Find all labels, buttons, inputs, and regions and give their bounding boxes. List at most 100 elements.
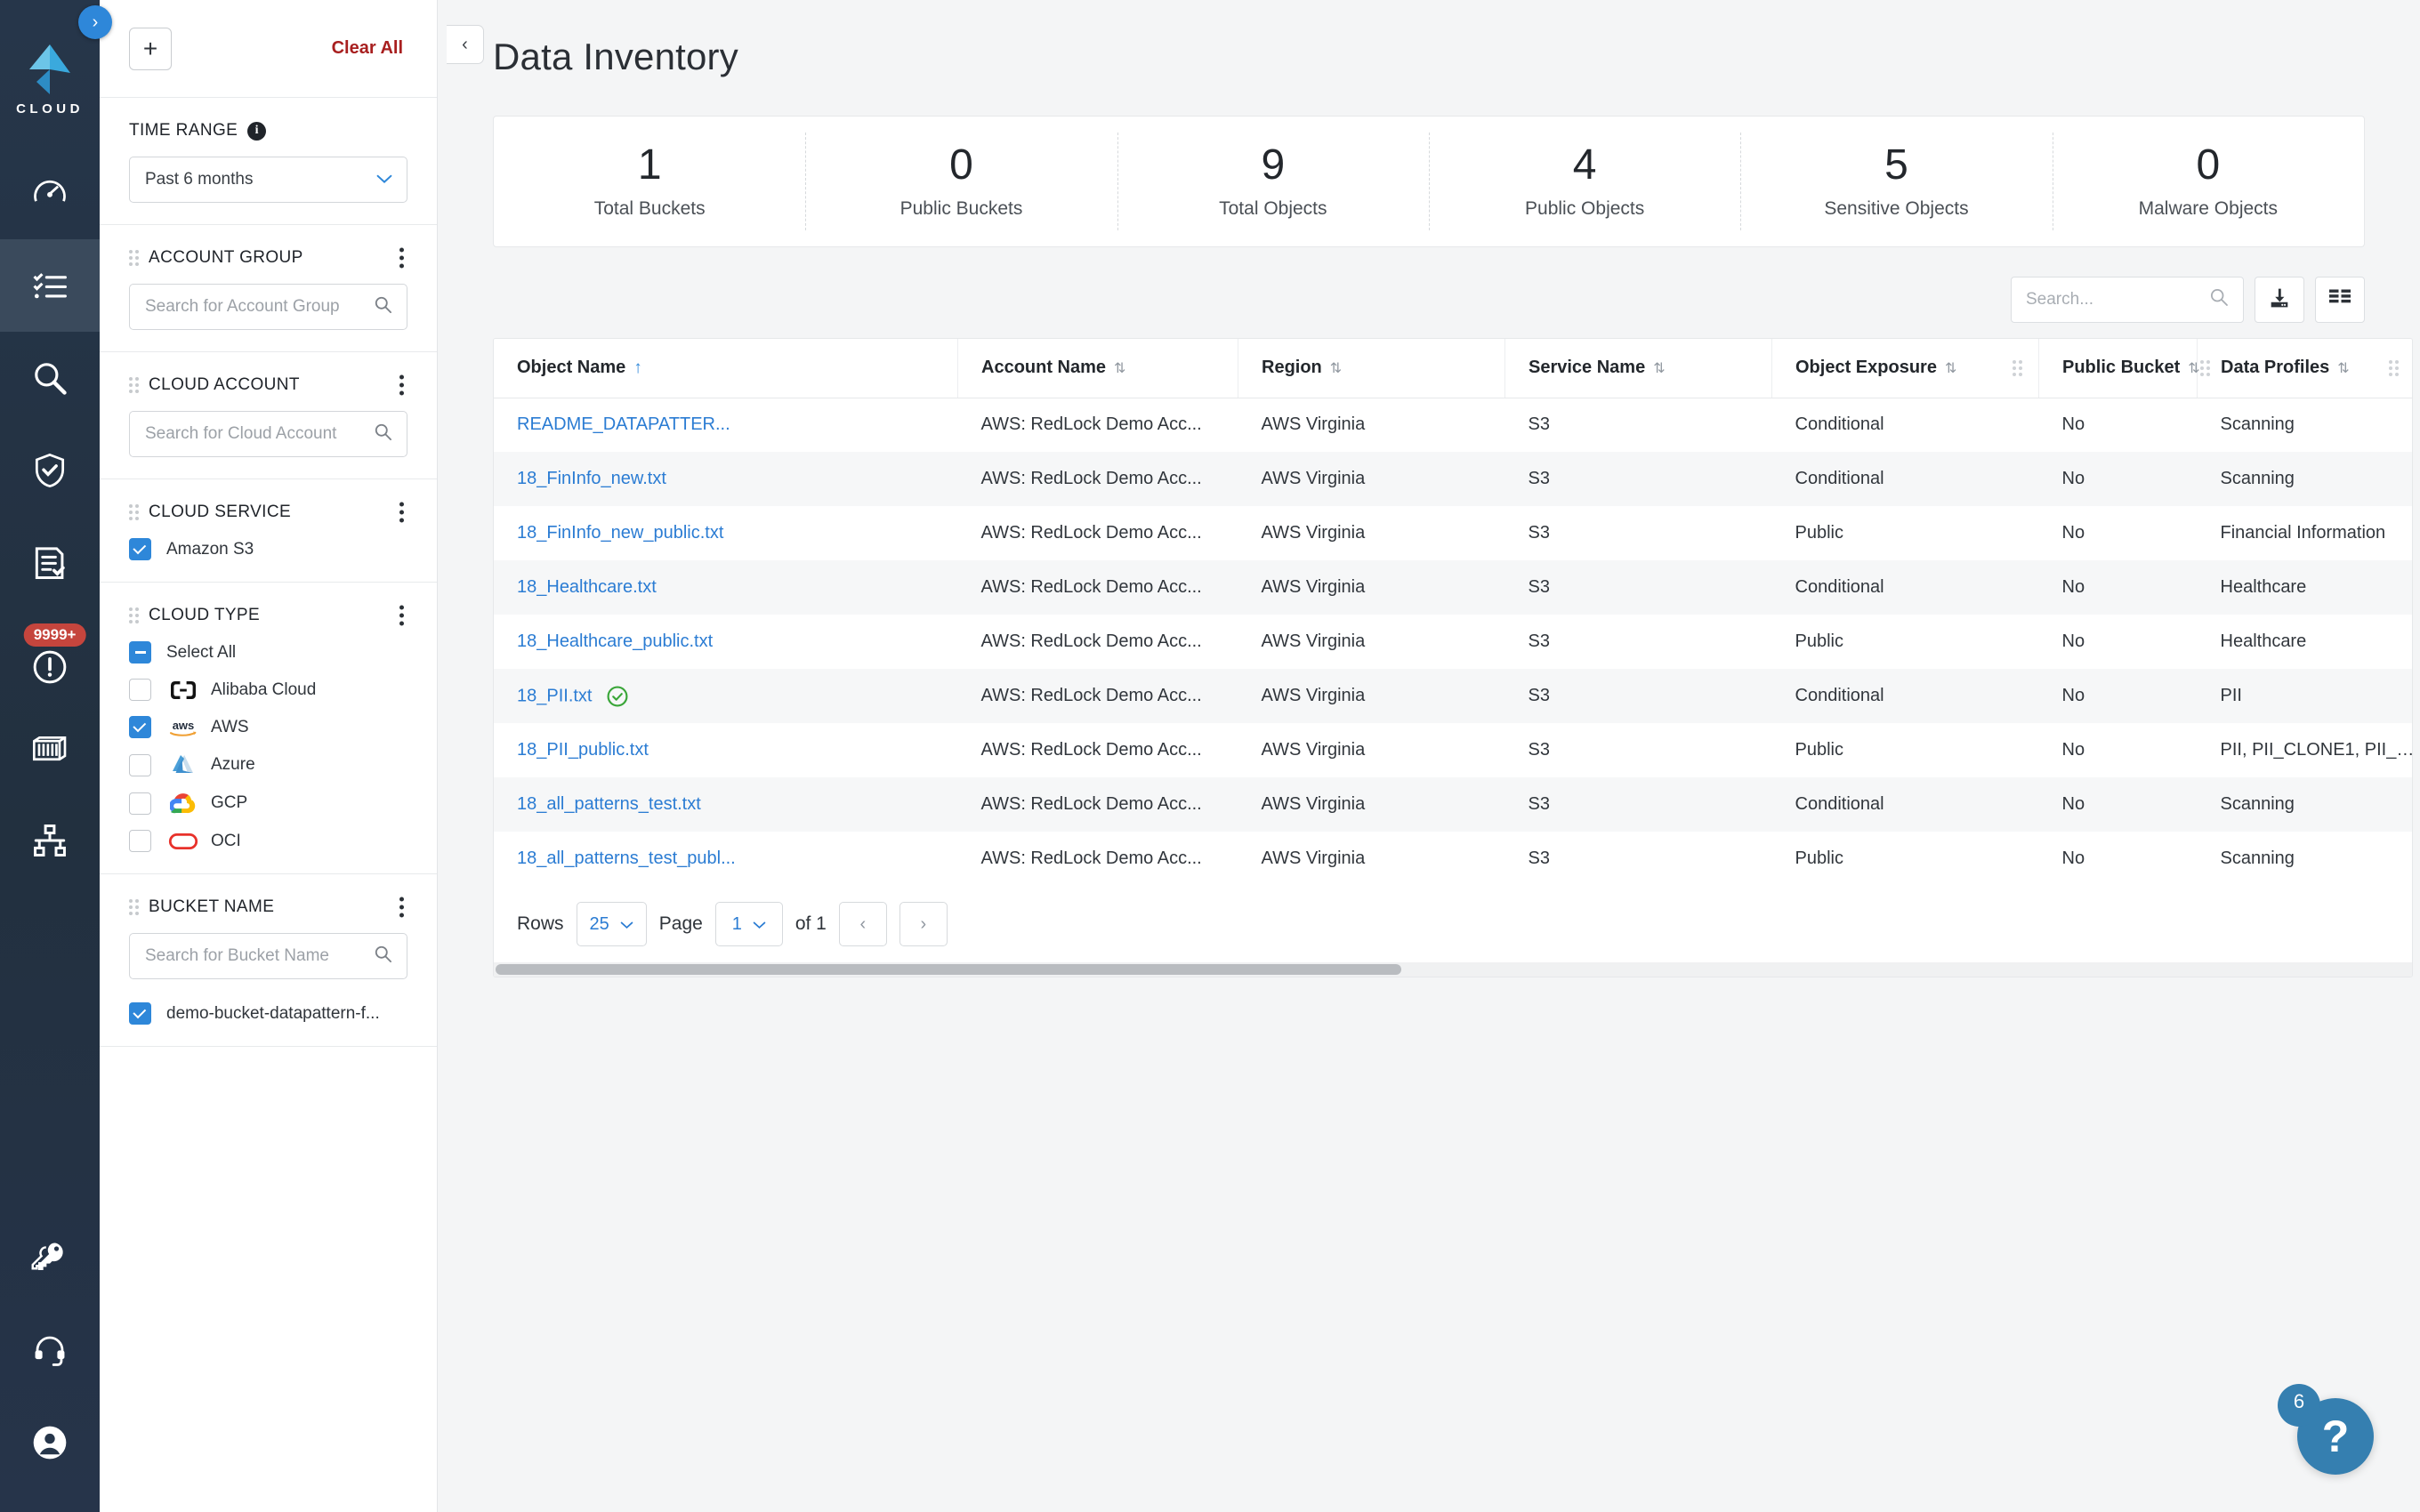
cell-object-name[interactable]: 18_FinInfo_new.txt (494, 452, 958, 506)
table-row[interactable]: 18_FinInfo_new_public.txt AWS: RedLock D… (494, 506, 2412, 560)
cell-object-name[interactable]: 18_Healthcare.txt (494, 560, 958, 615)
cell-object-name[interactable]: 18_all_patterns_test.txt (494, 777, 958, 832)
cell-object-name[interactable]: README_DATAPATTER... (494, 398, 958, 452)
rail-item-alerts[interactable]: 9999+ (0, 609, 100, 702)
column-header-data-profiles[interactable]: Data Profiles ⇅ (2197, 339, 2412, 398)
rows-per-page-select[interactable]: 25 (576, 902, 647, 946)
drag-handle-icon[interactable] (129, 899, 139, 915)
drag-handle-icon[interactable] (129, 607, 139, 623)
cloud-account-search-input[interactable]: Search for Cloud Account (129, 411, 407, 457)
table-row[interactable]: README_DATAPATTER... AWS: RedLock Demo A… (494, 398, 2412, 452)
object-name-link[interactable]: 18_Healthcare.txt (517, 577, 657, 597)
rail-item-support[interactable] (0, 1304, 100, 1396)
column-header-object-exposure[interactable]: Object Exposure ⇅ (1771, 339, 2039, 398)
sitemap-icon (31, 822, 69, 859)
rail-item-profile[interactable] (0, 1396, 100, 1489)
cell-object-name[interactable]: 18_Healthcare_public.txt (494, 615, 958, 669)
download-button[interactable] (2255, 277, 2304, 323)
checkbox[interactable] (129, 1002, 151, 1025)
cell-service-name: S3 (1528, 686, 1550, 705)
add-filter-button[interactable]: + (129, 27, 172, 70)
document-check-icon (30, 543, 69, 583)
checkbox[interactable] (129, 679, 151, 701)
cell-service-name: S3 (1528, 794, 1550, 814)
cell-object-name[interactable]: 18_all_patterns_test_publ... (494, 832, 958, 886)
rail-item-dashboard[interactable] (0, 147, 100, 239)
time-range-select[interactable]: Past 6 months (129, 157, 407, 203)
cloud-type-option-aws[interactable]: aws AWS (129, 716, 407, 738)
page-number-select[interactable]: 1 (714, 902, 783, 946)
object-name-link[interactable]: 18_Healthcare_public.txt (517, 631, 713, 651)
cloud-service-option-amazon-s3[interactable]: Amazon S3 (129, 538, 407, 560)
cell-object-name[interactable]: 18_PII_public.txt (494, 723, 958, 777)
cloud-type-select-all[interactable]: Select All (129, 641, 407, 664)
previous-page-button[interactable]: ‹ (838, 902, 887, 946)
object-name-link[interactable]: 18_PII.txt (517, 686, 593, 705)
bucket-name-search-input[interactable]: Search for Bucket Name (129, 933, 407, 979)
table-row[interactable]: 18_Healthcare_public.txt AWS: RedLock De… (494, 615, 2412, 669)
rail-item-investigate[interactable] (0, 332, 100, 424)
table-search-input[interactable]: Search... (2011, 277, 2244, 323)
bucket-name-option[interactable]: demo-bucket-datapattern-f... (129, 1002, 407, 1025)
horizontal-scrollbar[interactable] (494, 962, 2412, 977)
checkbox[interactable] (129, 716, 151, 738)
cloud-service-menu-icon[interactable] (396, 499, 407, 527)
column-settings-button[interactable] (2315, 277, 2365, 323)
column-header-public-bucket[interactable]: Public Bucket ⇅ (2038, 339, 2210, 398)
rail-item-topology[interactable] (0, 794, 100, 887)
column-resize-handle-icon[interactable] (2013, 359, 2022, 376)
object-name-link[interactable]: 18_FinInfo_new.txt (517, 469, 666, 488)
table-row[interactable]: 18_all_patterns_test.txt AWS: RedLock De… (494, 777, 2412, 832)
account-group-search-input[interactable]: Search for Account Group (129, 284, 407, 330)
cloud-type-menu-icon[interactable] (396, 602, 407, 630)
account-group-menu-icon[interactable] (396, 245, 407, 272)
object-name-link[interactable]: 18_all_patterns_test_publ... (517, 848, 736, 868)
column-header-service-name[interactable]: Service Name ⇅ (1504, 339, 1772, 398)
rail-item-reports[interactable] (0, 517, 100, 609)
object-name-link[interactable]: 18_all_patterns_test.txt (517, 794, 701, 814)
collapse-filters-button[interactable]: ‹ (447, 25, 484, 64)
cloud-type-option-gcp[interactable]: GCP (129, 792, 407, 815)
rail-item-inventory[interactable] (0, 239, 100, 332)
cloud-type-option-oci[interactable]: OCI (129, 830, 407, 852)
checkbox[interactable] (129, 792, 151, 815)
table-row[interactable]: 18_all_patterns_test_publ... AWS: RedLoc… (494, 832, 2412, 886)
cloud-account-menu-icon[interactable] (396, 372, 407, 399)
next-page-button[interactable]: › (899, 902, 948, 946)
clear-all-button[interactable]: Clear All (332, 38, 403, 59)
checkbox[interactable] (129, 538, 151, 560)
rail-item-keys[interactable] (0, 1211, 100, 1304)
column-resize-handle-icon[interactable] (2389, 359, 2399, 376)
drag-handle-icon[interactable] (129, 504, 139, 520)
drag-handle-icon[interactable] (129, 250, 139, 266)
cell-object-name[interactable]: 18_FinInfo_new_public.txt (494, 506, 958, 560)
table-row[interactable]: 18_Healthcare.txt AWS: RedLock Demo Acc.… (494, 560, 2412, 615)
object-name-link[interactable]: 18_FinInfo_new_public.txt (517, 523, 723, 543)
column-header-region[interactable]: Region ⇅ (1238, 339, 1505, 398)
cloud-type-option-azure[interactable]: Azure (129, 753, 407, 776)
stat-value: 1 (637, 141, 662, 189)
column-header-account-name[interactable]: Account Name ⇅ (957, 339, 1238, 398)
help-button[interactable]: ? 6 (2278, 1384, 2374, 1475)
bucket-name-menu-icon[interactable] (396, 894, 407, 921)
checkbox[interactable] (129, 830, 151, 852)
table-row[interactable]: 18_PII_public.txt AWS: RedLock Demo Acc.… (494, 723, 2412, 777)
column-header-object-name[interactable]: Object Name ↑ (494, 339, 958, 398)
info-icon[interactable]: i (247, 121, 267, 141)
object-name-link[interactable]: README_DATAPATTER... (517, 414, 730, 434)
table-row[interactable]: 18_PII.txt AWS: RedLock Demo Acc... AWS … (494, 669, 2412, 723)
drag-handle-icon[interactable] (129, 377, 139, 393)
table-row[interactable]: 18_FinInfo_new.txt AWS: RedLock Demo Acc… (494, 452, 2412, 506)
filter-section-account-group: ACCOUNT GROUP Search for Account Group (100, 225, 437, 352)
scrollbar-thumb[interactable] (496, 964, 1401, 975)
cell-object-name[interactable]: 18_PII.txt (494, 669, 958, 723)
checkbox[interactable] (129, 641, 151, 664)
rail-item-compliance[interactable] (0, 424, 100, 517)
checkbox[interactable] (129, 753, 151, 776)
rail-item-containers[interactable] (0, 702, 100, 794)
cell-object-exposure: Public (1795, 740, 1843, 760)
cloud-type-option-alibaba[interactable]: Alibaba Cloud (129, 679, 407, 701)
rail-expand-button[interactable]: › (78, 5, 112, 39)
object-name-link[interactable]: 18_PII_public.txt (517, 740, 649, 760)
column-resize-handle-icon[interactable] (2199, 359, 2210, 376)
